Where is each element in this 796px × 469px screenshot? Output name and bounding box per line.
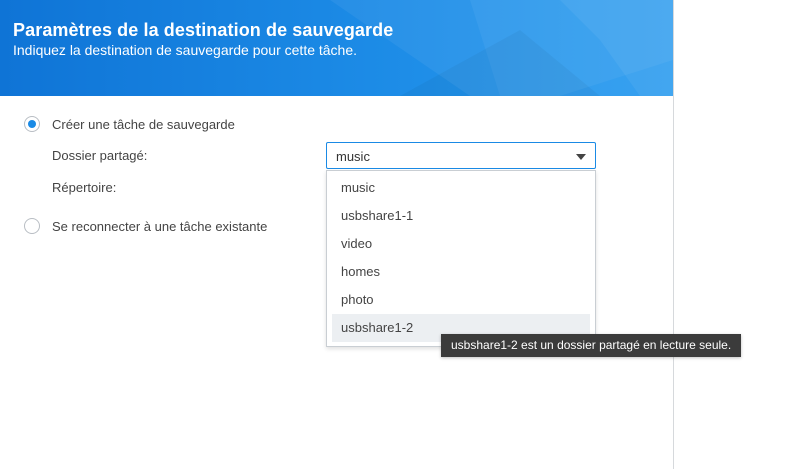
dialog-title: Paramètres de la destination de sauvegar… [13, 20, 394, 40]
dialog-subtitle: Indiquez la destination de sauvegarde po… [13, 42, 358, 58]
dropdown-option-usbshare1-1[interactable]: usbshare1-1 [332, 202, 590, 230]
dropdown-option-homes[interactable]: homes [332, 258, 590, 286]
read-only-tooltip: usbshare1-2 est un dossier partagé en le… [441, 334, 742, 357]
dialog-right-border [673, 0, 674, 469]
dialog-header: Paramètres de la destination de sauvegar… [0, 0, 673, 96]
shared-folder-label: Dossier partagé: [52, 148, 148, 163]
directory-label: Répertoire: [52, 180, 117, 195]
chevron-down-icon[interactable] [576, 154, 586, 160]
create-backup-task-label[interactable]: Créer une tâche de sauvegarde [52, 117, 235, 132]
reconnect-task-radio[interactable] [24, 218, 40, 234]
shared-folder-select-value: music [336, 149, 370, 164]
shared-folder-dropdown-list: music usbshare1-1 video homes photo usbs… [326, 170, 596, 347]
dropdown-option-photo[interactable]: photo [332, 286, 590, 314]
create-backup-task-radio[interactable] [24, 116, 40, 132]
shared-folder-select[interactable]: music [326, 142, 596, 169]
dropdown-option-music[interactable]: music [332, 174, 590, 202]
reconnect-task-label[interactable]: Se reconnecter à une tâche existante [52, 219, 267, 234]
dropdown-option-video[interactable]: video [332, 230, 590, 258]
